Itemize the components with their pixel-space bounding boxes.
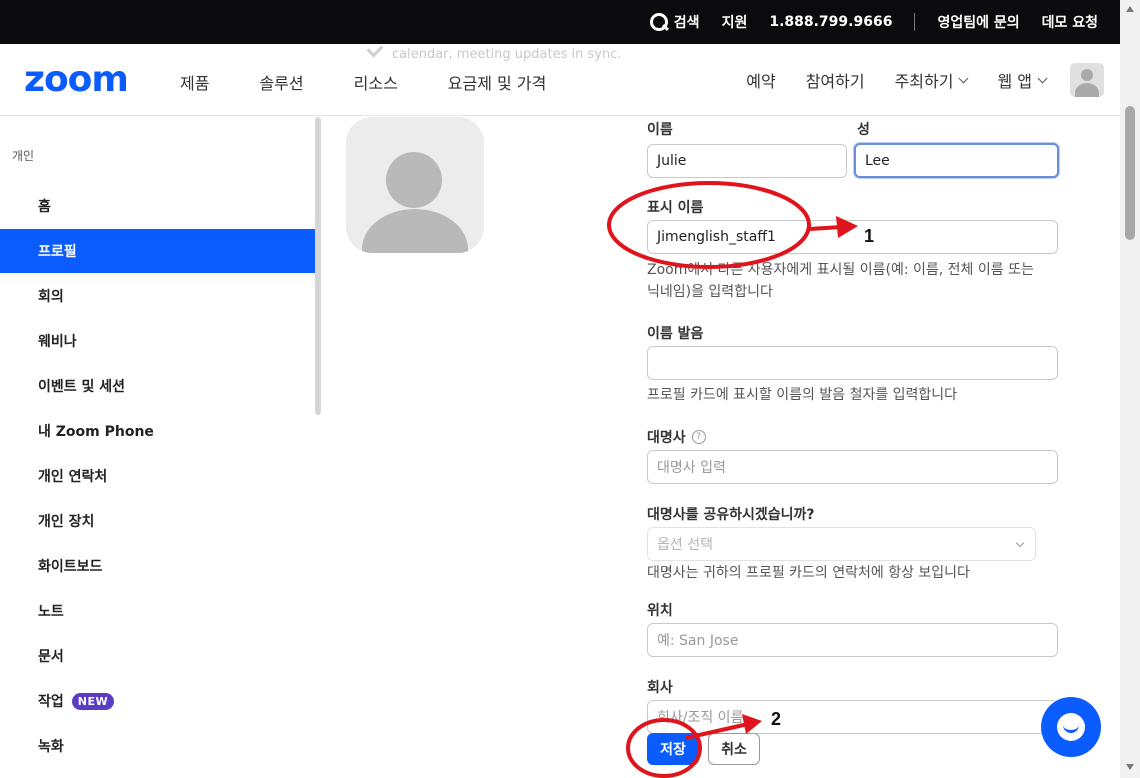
nav-host[interactable]: 주최하기 xyxy=(894,60,969,100)
share-pronouns-select[interactable]: 옵션 선택 xyxy=(647,527,1036,561)
share-pronouns-label: 대명사를 공유하시겠습니까? xyxy=(647,507,815,523)
search-icon xyxy=(649,13,668,31)
zoom-logo[interactable]: zoom xyxy=(24,62,129,98)
nav-solutions[interactable]: 솔루션 xyxy=(259,70,303,94)
utility-divider xyxy=(914,13,916,31)
pronunciation-input[interactable] xyxy=(647,346,1058,380)
sidebar-item-tasks[interactable]: 작업 NEW xyxy=(0,679,316,723)
user-avatar[interactable] xyxy=(1070,63,1104,97)
sidebar-item-docs[interactable]: 문서 xyxy=(0,634,316,678)
first-name-label: 이름 xyxy=(647,122,673,138)
sidebar-item-home[interactable]: 홈 xyxy=(0,184,316,228)
nav-schedule[interactable]: 예약 xyxy=(746,60,775,100)
chevron-down-icon xyxy=(1015,538,1025,548)
sidebar-item-devices[interactable]: 개인 장치 xyxy=(0,499,316,543)
nav-host-label: 주최하기 xyxy=(894,72,954,91)
phone-link[interactable]: 1.888.799.9666 xyxy=(769,14,892,30)
check-icon xyxy=(366,40,384,58)
sidebar-item-meetings[interactable]: 회의 xyxy=(0,274,316,318)
nav-web-app[interactable]: 웹 앱 xyxy=(997,60,1048,100)
sidebar-item-webinars[interactable]: 웨비나 xyxy=(0,319,316,363)
contact-sales-link[interactable]: 영업팀에 문의 xyxy=(937,12,1019,32)
share-pronouns-help: 대명사는 귀하의 프로필 카드의 연락처에 항상 보입니다 xyxy=(647,565,970,581)
company-label: 회사 xyxy=(647,680,673,696)
sidebar-item-contacts[interactable]: 개인 연락처 xyxy=(0,454,316,498)
cancel-button[interactable]: 취소 xyxy=(708,733,760,765)
sidebar-item-notes[interactable]: 노트 xyxy=(0,589,316,633)
chat-bubble-icon[interactable] xyxy=(1041,697,1101,757)
location-input[interactable]: 예: San Jose xyxy=(647,623,1058,657)
background-tagline: calendar, meeting updates in sync. xyxy=(392,47,622,62)
request-demo-link[interactable]: 데모 요청 xyxy=(1042,12,1098,32)
display-name-help-line-1: Zoom에서 다른 사용자에게 표시될 이름(예: 이름, 전체 이름 또는 xyxy=(647,262,1034,278)
nav-join[interactable]: 참여하기 xyxy=(806,60,865,100)
company-input[interactable]: 회사/조직 이름 xyxy=(647,700,1058,734)
support-link[interactable]: 지원 xyxy=(722,12,748,32)
nav-right: 예약 참여하기 주최하기 웹 앱 xyxy=(716,60,1104,100)
last-name-label: 성 xyxy=(857,122,870,138)
save-button[interactable]: 저장 xyxy=(647,733,699,765)
sidebar-item-profile[interactable]: 프로필 xyxy=(0,229,316,273)
nav-resources[interactable]: 리소스 xyxy=(354,70,398,94)
nav-left: 제품 솔루션 리소스 요금제 및 가격 xyxy=(180,70,596,94)
help-circle-icon[interactable]: ? xyxy=(691,430,706,444)
last-name-input[interactable]: Lee xyxy=(854,143,1059,178)
sidebar-item-recordings[interactable]: 녹화 xyxy=(0,724,316,768)
chevron-down-icon xyxy=(959,73,969,83)
page-scrollbar[interactable] xyxy=(1120,0,1140,778)
pronunciation-help: 프로필 카드에 표시할 이름의 발음 철자를 입력합니다 xyxy=(647,387,958,403)
sidebar: 개인 홈 프로필 회의 웨비나 이벤트 및 세션 내 Zoom Phone 개인… xyxy=(0,117,316,778)
location-label: 위치 xyxy=(647,603,673,619)
sidebar-item-whiteboards[interactable]: 화이트보드 xyxy=(0,544,316,588)
scrollbar-thumb[interactable] xyxy=(1125,106,1135,240)
avatar-body-shape xyxy=(362,209,468,253)
sidebar-heading: 개인 xyxy=(12,149,35,163)
main-nav: calendar, meeting updates in sync. zoom … xyxy=(0,40,1120,116)
scroll-up-arrow-icon[interactable] xyxy=(1126,6,1134,12)
display-name-help: Zoom에서 다른 사용자에게 표시될 이름(예: 이름, 전체 이름 또는 닉… xyxy=(647,259,1034,303)
pronouns-label: 대명사 xyxy=(647,430,686,446)
sidebar-scrollbar-thumb[interactable] xyxy=(315,117,321,415)
display-name-help-line-2: 닉네임)을 입력합니다 xyxy=(647,284,773,300)
scroll-down-arrow-icon[interactable] xyxy=(1126,764,1134,770)
search-link[interactable]: 검색 xyxy=(649,12,700,32)
annotation-step-1: 1 xyxy=(864,226,875,246)
pronouns-input[interactable]: 대명사 입력 xyxy=(647,450,1058,484)
nav-pricing[interactable]: 요금제 및 가격 xyxy=(448,70,547,94)
new-badge: NEW xyxy=(71,692,115,710)
display-name-input[interactable]: Jimenglish_staff1 xyxy=(647,220,1058,254)
first-name-input[interactable]: Julie xyxy=(647,144,847,178)
share-pronouns-placeholder: 옵션 선택 xyxy=(657,537,713,553)
search-label: 검색 xyxy=(673,15,700,31)
pronouns-label-row: 대명사 ? xyxy=(647,427,706,447)
sidebar-item-events[interactable]: 이벤트 및 세션 xyxy=(0,364,316,408)
nav-web-app-label: 웹 앱 xyxy=(997,72,1032,91)
avatar-head-shape xyxy=(386,152,442,208)
annotation-step-2: 2 xyxy=(771,709,782,729)
display-name-label: 표시 이름 xyxy=(647,200,704,216)
utility-bar: 검색 지원 1.888.799.9666 영업팀에 문의 데모 요청 xyxy=(0,0,1120,44)
sidebar-item-zoom-phone[interactable]: 내 Zoom Phone xyxy=(0,409,316,453)
nav-products[interactable]: 제품 xyxy=(180,70,209,94)
sidebar-item-label: 작업 xyxy=(38,694,64,710)
chevron-down-icon xyxy=(1037,73,1048,83)
profile-picture[interactable] xyxy=(346,117,484,253)
pronunciation-label: 이름 발음 xyxy=(647,326,704,342)
